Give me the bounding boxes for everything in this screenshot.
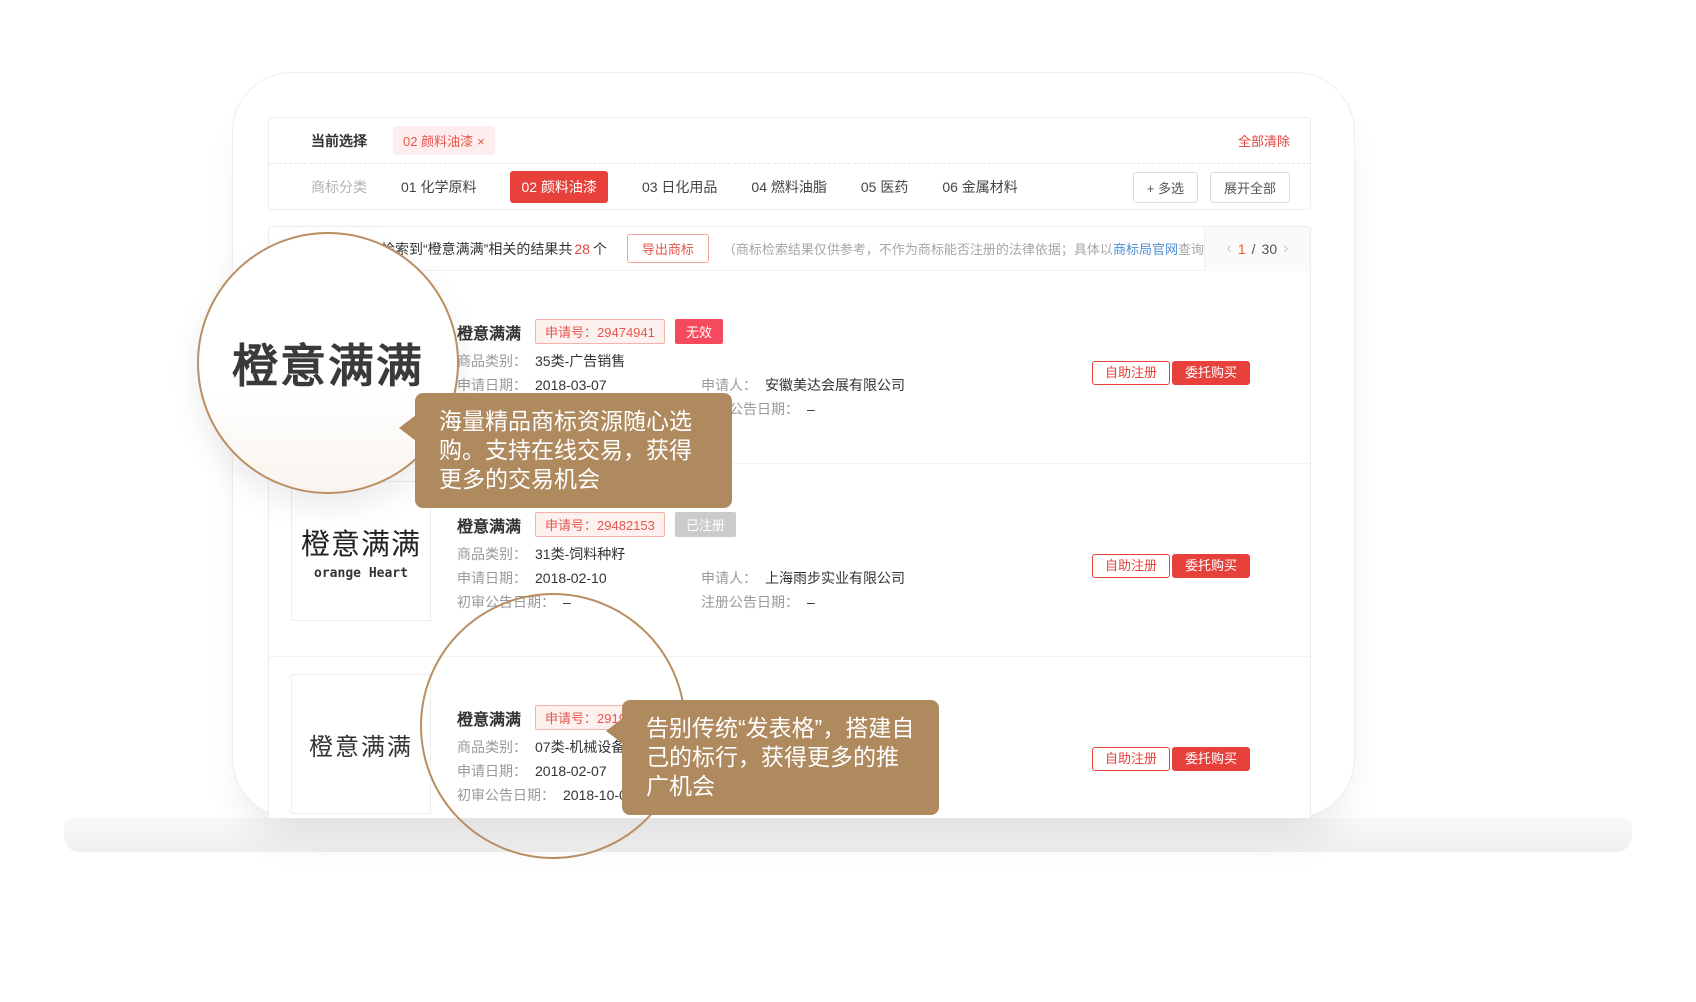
- promotion-tooltip-text: 告别传统“发表格”，搭建自己的标行，获得更多的推广机会: [646, 715, 914, 799]
- entrust-purchase-button[interactable]: 委托购买: [1172, 747, 1250, 771]
- application-number-value: 29482153: [597, 518, 655, 533]
- marketplace-tooltip: 海量精品商标资源随心选购。支持在线交易，获得更多的交易机会: [415, 393, 732, 508]
- applicant-label: 申请人：: [701, 377, 757, 393]
- promotion-tooltip: 告别传统“发表格”，搭建自己的标行，获得更多的推广机会: [622, 700, 939, 815]
- apply-date-label: 申请日期：: [457, 570, 527, 586]
- reg-pub-label: 注册公告日期：: [701, 594, 799, 610]
- prev-page-icon[interactable]: ‹: [1227, 240, 1232, 258]
- apply-date-value: 2018-03-07: [535, 377, 607, 393]
- application-number-value: 29474941: [597, 325, 655, 340]
- next-page-icon[interactable]: ›: [1283, 240, 1288, 258]
- results-count-unit: 个: [593, 239, 607, 259]
- trademark-name: 橙意满满: [457, 513, 521, 537]
- current-selection-row: 当前选择 02 颜料油漆 × 全部清除: [269, 118, 1310, 164]
- category-03[interactable]: 03 日化用品: [642, 177, 717, 197]
- status-badge: 无效: [675, 319, 723, 344]
- trademark-image-text: 橙意满满: [309, 727, 413, 762]
- clear-all-button[interactable]: 全部清除: [1238, 131, 1290, 150]
- category-04[interactable]: 04 燃料油脂: [751, 177, 826, 197]
- category-label: 商品类别：: [457, 353, 527, 369]
- results-header: 当前分类下检索到“橙意满满”相关的结果共28个 导出商标 （商标检索结果仅供参考…: [269, 227, 1310, 271]
- marketplace-tooltip-text: 海量精品商标资源随心选购。支持在线交易，获得更多的交易机会: [439, 408, 692, 492]
- category-05[interactable]: 05 医药: [861, 177, 908, 197]
- application-number-badge: 申请号：29474941: [535, 319, 665, 344]
- apply-date-label: 申请日期：: [457, 377, 527, 393]
- applicant-label: 申请人：: [701, 570, 757, 586]
- category-row: 商标分类 01 化学原料 02 颜料油漆 03 日化用品 04 燃料油脂 05 …: [269, 164, 1310, 210]
- disclaimer-text: （商标检索结果仅供参考，不作为商标能否注册的法律依据；具体以商标局官网查询为准。…: [723, 239, 1250, 258]
- applicant-value: 上海雨步实业有限公司: [765, 570, 905, 586]
- current-selection-label: 当前选择: [311, 131, 367, 151]
- application-number-label: 申请号：: [545, 325, 597, 340]
- self-register-button[interactable]: 自助注册: [1092, 361, 1170, 385]
- remove-icon[interactable]: ×: [477, 134, 485, 149]
- self-register-button[interactable]: 自助注册: [1092, 554, 1170, 578]
- selected-filter-tag-label: 02 颜料油漆: [403, 134, 473, 149]
- trademark-name: 橙意满满: [457, 320, 521, 344]
- status-badge: 已注册: [675, 512, 736, 537]
- applicant-value: 安徽美达会展有限公司: [765, 377, 905, 393]
- entrust-purchase-button[interactable]: 委托购买: [1172, 554, 1250, 578]
- trademark-image-text: 橙意满满: [301, 521, 421, 563]
- expand-all-button[interactable]: 展开全部: [1210, 172, 1290, 203]
- apply-date-value: 2018-02-10: [535, 570, 607, 586]
- self-register-button[interactable]: 自助注册: [1092, 747, 1170, 771]
- results-count: 28: [574, 241, 590, 257]
- selected-filter-tag[interactable]: 02 颜料油漆 ×: [393, 126, 495, 155]
- magnified-trademark-text: 橙意满满: [232, 330, 424, 396]
- total-pages: 30: [1262, 241, 1278, 257]
- multi-select-button[interactable]: + 多选: [1133, 172, 1198, 203]
- entrust-purchase-button[interactable]: 委托购买: [1172, 361, 1250, 385]
- laptop-base: [64, 818, 1632, 852]
- official-site-link[interactable]: 商标局官网: [1113, 242, 1178, 257]
- category-value: 35类-广告销售: [535, 353, 625, 369]
- page: 当前选择 02 颜料油漆 × 全部清除 商标分类 01 化学原料 02 颜料油漆 …: [0, 0, 1696, 1002]
- trademark-image-subtext: orange Heart: [314, 566, 408, 581]
- category-01[interactable]: 01 化学原料: [401, 177, 476, 197]
- category-value: 31类-饲料种籽: [535, 546, 625, 562]
- page-separator: /: [1252, 241, 1256, 257]
- application-number-label: 申请号：: [545, 518, 597, 533]
- trademark-image: 橙意满满: [291, 674, 431, 814]
- category-06[interactable]: 06 金属材料: [942, 177, 1017, 197]
- category-label: 商品类别：: [457, 546, 527, 562]
- disclaimer-pre: （商标检索结果仅供参考，不作为商标能否注册的法律依据；具体以: [723, 242, 1113, 257]
- export-trademarks-button[interactable]: 导出商标: [627, 234, 709, 263]
- category-02-active[interactable]: 02 颜料油漆: [510, 171, 607, 203]
- category-filter-label: 商标分类: [311, 177, 367, 197]
- current-page: 1: [1238, 241, 1246, 257]
- filter-panel: 当前选择 02 颜料油漆 × 全部清除 商标分类 01 化学原料 02 颜料油漆 …: [268, 117, 1311, 210]
- reg-pub-value: –: [807, 401, 815, 417]
- application-number-badge: 申请号：29482153: [535, 512, 665, 537]
- reg-pub-value: –: [807, 594, 815, 610]
- trademark-image: 橙意满满 orange Heart: [291, 481, 431, 621]
- pagination: ‹ 1 / 30 ›: [1204, 227, 1310, 271]
